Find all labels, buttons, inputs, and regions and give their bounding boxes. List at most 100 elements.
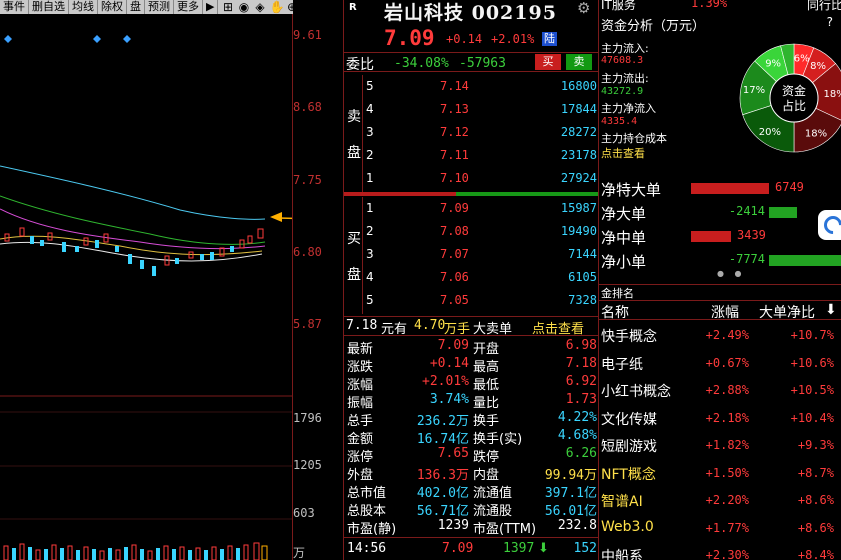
toolbar-remove-watch[interactable]: 删自选: [29, 0, 69, 14]
kline-chart-panel[interactable]: 事件 删自选 均线 除权 盘 预测 更多 ▶ ⊞ ◉ ◈ ✋ ⊕ ⊖: [0, 0, 343, 560]
price-change-pct: +2.01%: [491, 32, 535, 46]
toolbar-more[interactable]: 更多: [174, 0, 203, 14]
quote-label: 流通股: [473, 504, 513, 519]
col-net-ratio[interactable]: 大单净比: [759, 302, 815, 322]
net-flow-label: 净大单: [601, 205, 647, 223]
rank-pct: +2.20%: [705, 493, 749, 507]
quote-label: 最低: [473, 378, 500, 393]
hand-icon[interactable]: ✋: [269, 0, 284, 14]
ask-level[interactable]: 1 7.10 27924: [344, 167, 599, 190]
quote-label: 外盘: [347, 468, 374, 483]
quote-value: 4.22%: [557, 410, 597, 425]
bid-level[interactable]: 3 7.07 7144: [344, 243, 599, 266]
level-price: 7.12: [440, 125, 469, 139]
col-name[interactable]: 名称: [601, 302, 629, 322]
rank-row[interactable]: 文化传媒 +2.18% +10.4%: [599, 404, 841, 431]
toolbar-pan[interactable]: 盘: [127, 0, 145, 14]
buy-button[interactable]: 买: [535, 54, 561, 70]
rank-row[interactable]: 短剧游戏 +1.82% +9.3%: [599, 431, 841, 458]
pie-slice-label: 17%: [743, 85, 765, 96]
quote-value: 136.3万: [416, 468, 469, 483]
quote-label: 振幅: [347, 396, 374, 411]
fund-ratio-pie[interactable]: 6%8% 18% 18% 20% 17% 9% 资金占比: [739, 42, 841, 154]
rank-pct: +1.82%: [705, 438, 749, 452]
down-arrow-icon: ⬇: [538, 541, 549, 556]
quote-row: 总手 236.2万 换手 4.22%: [344, 410, 599, 429]
industry-pct: 1.39%: [691, 0, 728, 10]
rank-row[interactable]: 小红书概念 +2.88% +10.5%: [599, 376, 841, 403]
ask-level[interactable]: 2 7.11 23178: [344, 144, 599, 167]
bid-level[interactable]: 4 7.06 6105: [344, 266, 599, 289]
quote-value: 1.73: [565, 392, 597, 407]
sell-button[interactable]: 卖: [566, 54, 592, 70]
peer-compare-link[interactable]: 同行比: [807, 0, 841, 13]
rank-net-ratio: +8.7%: [797, 465, 834, 480]
stock-connect-badge: 陆: [542, 32, 557, 46]
rank-title: 金排名: [601, 287, 634, 300]
zoom-in-icon[interactable]: ⊕: [285, 0, 293, 14]
main-net-label: 主力净流入: [601, 102, 656, 115]
rank-column-header: 名称 涨幅 大单净比 ⬇: [599, 300, 841, 322]
toolbar-predict[interactable]: 预测: [145, 0, 174, 14]
ask-level[interactable]: 3 7.12 28272: [344, 121, 599, 144]
rank-net-ratio: +8.6%: [797, 493, 834, 507]
rank-row[interactable]: 中船系 +2.30% +8.4%: [599, 541, 841, 560]
quote-label: 涨跌: [347, 360, 374, 375]
kline-canvas[interactable]: [0, 14, 293, 560]
level-price: 7.13: [440, 102, 469, 116]
rank-row[interactable]: Web3.0 +1.77% +8.6%: [599, 514, 841, 541]
level-number: 2: [366, 148, 374, 162]
rank-name: 短剧游戏: [601, 439, 657, 455]
sort-desc-icon[interactable]: ⬇: [825, 302, 837, 318]
rank-net-ratio: +10.4%: [790, 410, 834, 425]
price-tick: 6.80: [293, 245, 322, 259]
eye-icon[interactable]: ◉: [237, 0, 250, 14]
level-volume: 6105: [568, 270, 597, 284]
toolbar-ma[interactable]: 均线: [69, 0, 98, 14]
quote-value: 6.92: [565, 374, 597, 389]
quote-value: 7.18: [565, 356, 597, 371]
rank-row[interactable]: 电子纸 +0.67% +10.6%: [599, 349, 841, 376]
ask-level[interactable]: 4 7.13 17844: [344, 98, 599, 121]
quote-row: 总市值 402.0亿 流通值 397.1亿: [344, 482, 599, 501]
level-number: 5: [366, 293, 374, 307]
toolbar-exright[interactable]: 除权: [98, 0, 127, 14]
toolbar-event[interactable]: 事件: [0, 0, 29, 14]
industry-name[interactable]: IT服务: [601, 0, 636, 13]
gear-icon[interactable]: ⚙: [577, 0, 590, 17]
bid-level[interactable]: 1 7.09 15987: [344, 197, 599, 220]
net-flow-bar: [691, 183, 769, 194]
level-volume: 23178: [560, 148, 597, 162]
quote-label: 总市值: [347, 486, 387, 501]
quote-label: 跌停: [473, 450, 500, 465]
shield-icon[interactable]: ◈: [253, 0, 266, 14]
big-order-view-link[interactable]: 点击查看: [532, 318, 584, 337]
toolbar-nav-arrow[interactable]: ▶: [203, 0, 219, 14]
net-flow-row: 净大单 -2414: [599, 202, 841, 224]
order-ratio-value: -34.08%: [394, 56, 449, 71]
page-dots-icon[interactable]: ● ●: [717, 269, 746, 278]
col-pct[interactable]: 涨幅: [711, 302, 739, 322]
rank-row[interactable]: NFT概念 +1.50% +8.7%: [599, 459, 841, 486]
main-cost-link[interactable]: 点击查看: [601, 145, 645, 161]
level-number: 4: [366, 270, 374, 284]
ask-level[interactable]: 5 7.14 16800: [344, 75, 599, 98]
assistant-float-button[interactable]: [818, 210, 841, 240]
grid-icon[interactable]: ⊞: [221, 0, 234, 14]
level-price: 7.10: [440, 171, 469, 185]
quote-label: 流通值: [473, 486, 513, 501]
bid-level[interactable]: 5 7.05 7328: [344, 289, 599, 312]
rank-pct: +2.18%: [705, 410, 749, 425]
bid-level[interactable]: 2 7.08 19490: [344, 220, 599, 243]
tick-time: 14:56: [347, 541, 387, 556]
level-price: 7.09: [440, 201, 469, 215]
help-icon[interactable]: ?: [827, 15, 833, 29]
big-order-qty: 4.70: [414, 318, 446, 333]
rank-row[interactable]: 快手概念 +2.49% +10.7%: [599, 321, 841, 348]
fund-analysis-panel: IT服务 1.39% 同行比 资金分析（万元） ? 主力流入: 47608.3 …: [598, 0, 841, 560]
net-flow-value: 6749: [775, 180, 804, 194]
quote-row: 金额 16.74亿 换手(实) 4.68%: [344, 428, 599, 447]
quote-value: 56.01亿: [544, 504, 597, 519]
rank-row[interactable]: 智谱AI +2.20% +8.6%: [599, 486, 841, 513]
rank-pct: +1.77%: [705, 520, 749, 535]
